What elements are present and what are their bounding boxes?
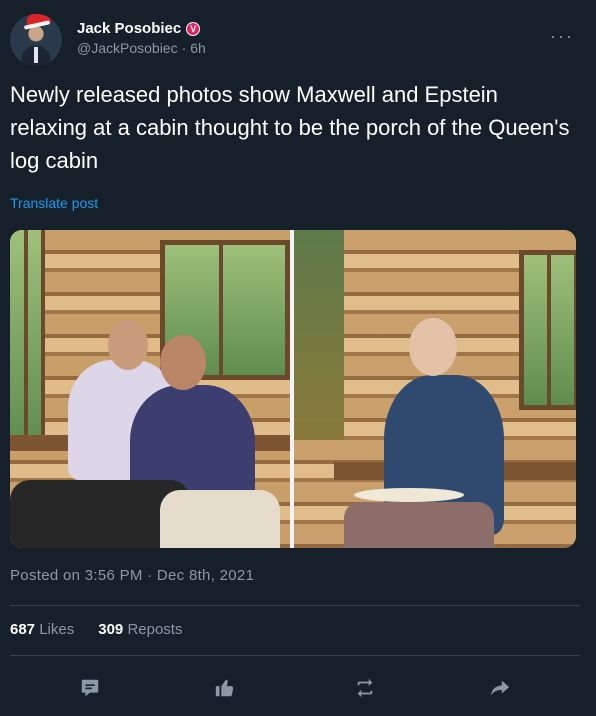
woman-head bbox=[409, 318, 457, 376]
tweet-text: Newly released photos show Maxwell and E… bbox=[10, 82, 570, 173]
cabin-window bbox=[519, 250, 576, 410]
more-icon[interactable]: ··· bbox=[550, 26, 574, 47]
plate bbox=[354, 488, 464, 502]
legs-light bbox=[160, 490, 280, 548]
reposts-stat[interactable]: 309 Reposts bbox=[98, 621, 182, 638]
avatar-tie bbox=[34, 47, 38, 63]
skirt bbox=[344, 502, 494, 548]
engagement-stats: 687 Likes 309 Reposts bbox=[10, 621, 182, 638]
translate-link[interactable]: Translate post bbox=[10, 195, 98, 211]
likes-label: Likes bbox=[39, 621, 75, 638]
likes-stat[interactable]: 687 Likes bbox=[10, 621, 74, 638]
reposts-label: Reposts bbox=[127, 621, 183, 638]
tweet-header: Jack Posobiec V @JackPosobiec · 6h ··· bbox=[10, 12, 586, 66]
photo-right[interactable] bbox=[294, 230, 576, 548]
divider-top bbox=[10, 605, 580, 606]
woman-head bbox=[160, 335, 206, 390]
author-display-name[interactable]: Jack Posobiec bbox=[77, 20, 181, 37]
author-meta: @JackPosobiec · 6h bbox=[77, 40, 206, 56]
author-name-row: Jack Posobiec V bbox=[77, 20, 201, 37]
verified-badge-icon: V bbox=[186, 21, 201, 36]
avatar[interactable] bbox=[10, 14, 62, 66]
man-head bbox=[108, 320, 148, 370]
post-age[interactable]: 6h bbox=[190, 40, 206, 56]
media-grid[interactable] bbox=[10, 230, 576, 548]
post-timestamp[interactable]: Posted on 3:56 PM · Dec 8th, 2021 bbox=[10, 567, 254, 584]
outside-view bbox=[294, 230, 344, 440]
action-bar bbox=[0, 668, 596, 708]
reply-icon[interactable] bbox=[76, 674, 104, 702]
meta-separator: · bbox=[181, 40, 187, 56]
reposts-count: 309 bbox=[98, 621, 124, 638]
likes-count: 687 bbox=[10, 621, 36, 638]
share-icon[interactable] bbox=[486, 674, 514, 702]
author-handle[interactable]: @JackPosobiec bbox=[77, 40, 178, 56]
side-window bbox=[10, 230, 45, 445]
repost-icon[interactable] bbox=[351, 674, 379, 702]
divider-bottom bbox=[10, 655, 580, 656]
photo-left[interactable] bbox=[10, 230, 290, 548]
like-icon[interactable] bbox=[211, 674, 239, 702]
